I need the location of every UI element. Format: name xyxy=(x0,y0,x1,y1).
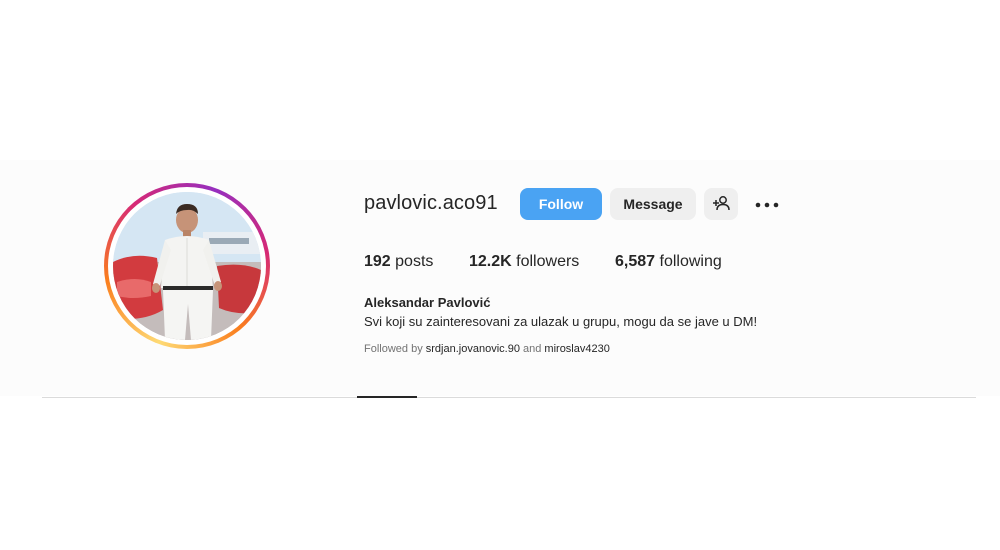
following-count-value: 6,587 xyxy=(615,253,656,270)
avatar xyxy=(113,192,261,340)
tab-posts-active-indicator[interactable] xyxy=(357,396,417,398)
avatar-ring-gap xyxy=(108,187,266,345)
posts-count-label: posts xyxy=(395,253,434,270)
followed-by-account-2[interactable]: miroslav4230 xyxy=(544,343,609,355)
followers-count-label: followers xyxy=(516,253,580,270)
follow-button[interactable]: Follow xyxy=(520,188,602,220)
followed-by-prefix: Followed by xyxy=(364,343,423,355)
suggested-accounts-button[interactable] xyxy=(704,188,738,220)
person-add-icon xyxy=(712,195,730,214)
more-options-icon xyxy=(755,195,779,213)
following-count-label: following xyxy=(659,253,722,270)
avatar-photo xyxy=(113,192,261,340)
profile-page: pavlovic.aco91 Follow Message 192 posts … xyxy=(0,0,1000,550)
message-button[interactable]: Message xyxy=(610,188,696,220)
profile-full-name: Aleksandar Pavlović xyxy=(364,295,491,310)
profile-bio: Svi koji su zainteresovani za ulazak u g… xyxy=(364,314,758,329)
avatar-story-ring[interactable] xyxy=(104,183,270,349)
profile-tabs-divider xyxy=(42,397,976,398)
followed-by-line[interactable]: Followed by srdjan.jovanovic.90 and miro… xyxy=(364,343,610,355)
profile-username: pavlovic.aco91 xyxy=(364,192,498,214)
followed-by-conjunction: and xyxy=(523,343,542,355)
followers-link[interactable]: 12.2K followers xyxy=(469,253,579,271)
followers-count-value: 12.2K xyxy=(469,253,512,270)
following-link[interactable]: 6,587 following xyxy=(615,253,722,271)
more-options-button[interactable] xyxy=(752,192,782,216)
posts-count: 192 posts xyxy=(364,253,433,271)
posts-count-value: 192 xyxy=(364,253,391,270)
followed-by-account-1[interactable]: srdjan.jovanovic.90 xyxy=(426,343,520,355)
